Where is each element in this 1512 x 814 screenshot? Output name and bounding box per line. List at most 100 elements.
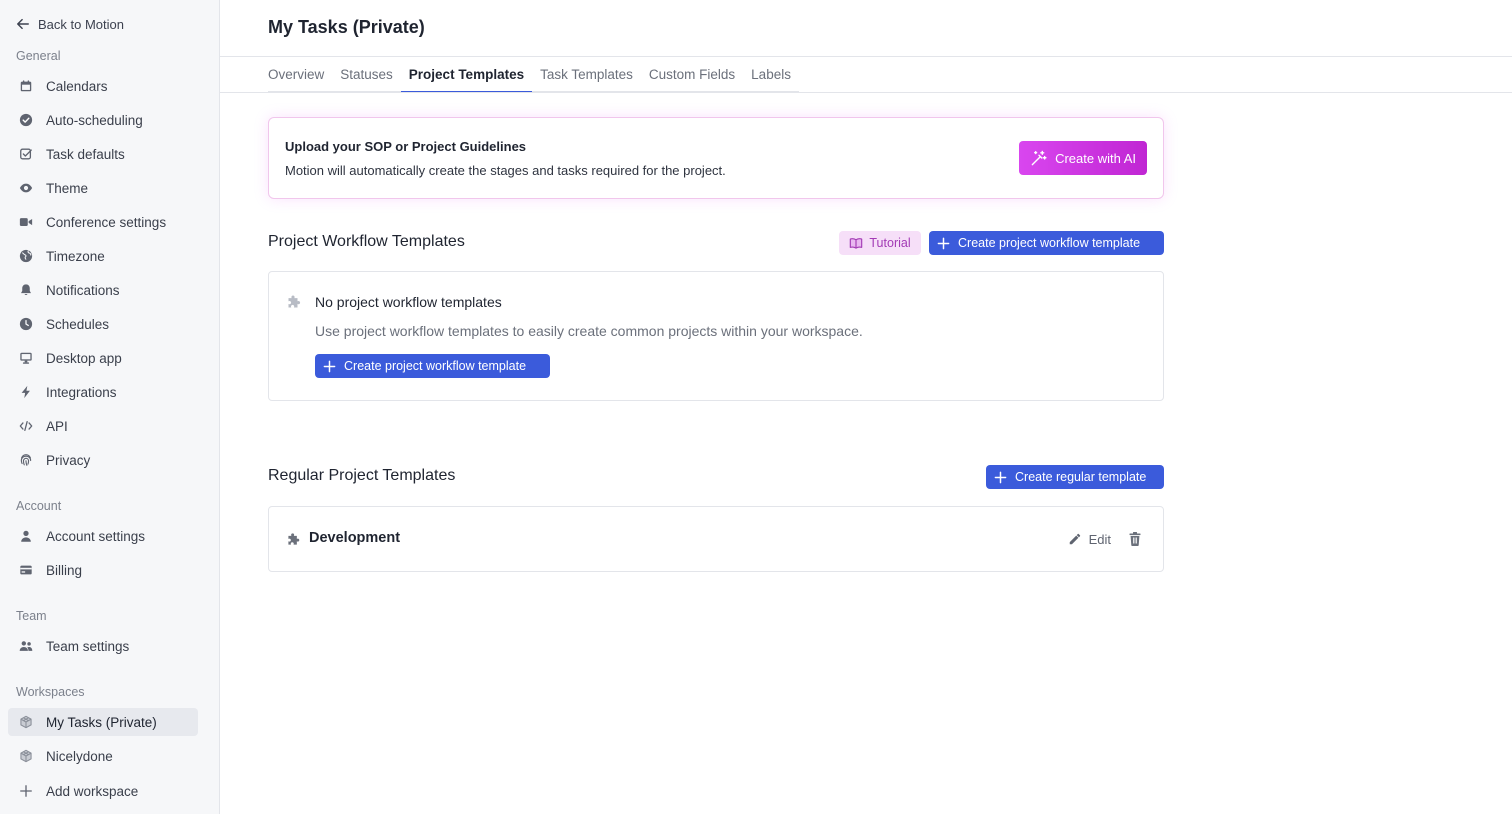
plus-icon: [323, 360, 336, 372]
create-regular-template-button[interactable]: Create regular template: [986, 465, 1164, 489]
sidebar-item-label: My Tasks (Private): [46, 714, 157, 730]
ai-upload-card: Upload your SOP or Project Guidelines Mo…: [268, 117, 1164, 199]
create-project-workflow-template-button[interactable]: Create project workflow template: [929, 231, 1164, 255]
page-title: My Tasks (Private): [268, 17, 425, 37]
add-workspace-label: Add workspace: [46, 783, 139, 799]
back-to-motion-link[interactable]: Back to Motion: [16, 14, 124, 34]
sidebar-item-my-tasks-private[interactable]: My Tasks (Private): [8, 708, 198, 736]
sidebar-item-nicelydone[interactable]: Nicelydone: [8, 742, 198, 770]
tutorial-label: Tutorial: [869, 236, 911, 250]
sidebar-item-api[interactable]: API: [8, 412, 198, 440]
users-icon: [18, 638, 34, 654]
ai-card-description: Motion will automatically create the sta…: [285, 163, 726, 178]
template-row[interactable]: Development Edit: [268, 506, 1164, 572]
puzzle-icon: [287, 294, 303, 310]
sidebar-item-label: Account settings: [46, 528, 146, 544]
sidebar-item-label: Theme: [46, 180, 89, 196]
sidebar-item-label: Billing: [46, 562, 83, 578]
section-label-workspaces: Workspaces: [16, 685, 85, 699]
settings-tabs: Overview Statuses Project Templates Task…: [268, 58, 799, 93]
workflow-templates-empty-state: No project workflow templates Use projec…: [268, 271, 1164, 401]
tabs-divider: [220, 92, 1512, 93]
eye-icon: [18, 180, 34, 196]
empty-state-title: No project workflow templates: [315, 294, 502, 310]
sidebar-item-account-settings[interactable]: Account settings: [8, 522, 198, 550]
add-workspace-button[interactable]: Add workspace: [8, 777, 198, 805]
sidebar-item-label: Notifications: [46, 282, 120, 298]
empty-state-description: Use project workflow templates to easily…: [315, 323, 863, 339]
fingerprint-icon: [18, 452, 34, 468]
sidebar-item-billing[interactable]: Billing: [8, 556, 198, 584]
bell-icon: [18, 282, 34, 298]
empty-create-workflow-label: Create project workflow template: [344, 359, 527, 373]
sidebar-item-integrations[interactable]: Integrations: [8, 378, 198, 406]
clock-icon: [18, 316, 34, 332]
tab-labels[interactable]: Labels: [743, 58, 799, 92]
plus-icon: [994, 471, 1007, 483]
code-icon: [18, 418, 34, 434]
user-icon: [18, 528, 34, 544]
header-divider: [220, 56, 1512, 57]
calendar-icon: [18, 78, 34, 94]
sidebar-item-label: Auto-scheduling: [46, 112, 143, 128]
checkbox-icon: [18, 146, 34, 162]
monitor-icon: [18, 350, 34, 366]
video-icon: [18, 214, 34, 230]
sidebar-item-desktop-app[interactable]: Desktop app: [8, 344, 198, 372]
tutorial-button[interactable]: Tutorial: [839, 231, 921, 255]
sidebar-item-calendars[interactable]: Calendars: [8, 72, 198, 100]
tab-custom-fields[interactable]: Custom Fields: [641, 58, 743, 92]
tab-project-templates[interactable]: Project Templates: [400, 58, 533, 93]
magic-wand-icon: [1031, 150, 1047, 165]
workflow-templates-title: Project Workflow Templates: [268, 233, 465, 250]
create-workflow-label: Create project workflow template: [958, 236, 1141, 250]
sidebar-item-notifications[interactable]: Notifications: [8, 276, 198, 304]
globe-icon: [18, 248, 34, 264]
plus-icon: [937, 237, 950, 249]
trash-icon: [1129, 532, 1141, 547]
tab-task-templates[interactable]: Task Templates: [532, 58, 641, 92]
bolt-icon: [18, 384, 34, 400]
sidebar-item-label: Integrations: [46, 384, 117, 400]
ai-card-title: Upload your SOP or Project Guidelines: [285, 139, 527, 154]
section-label-general: General: [16, 49, 61, 63]
back-label: Back to Motion: [38, 16, 124, 32]
sidebar-item-privacy[interactable]: Privacy: [8, 446, 198, 474]
credit-card-icon: [18, 562, 34, 578]
sidebar-item-label: Privacy: [46, 452, 91, 468]
tab-statuses[interactable]: Statuses: [332, 58, 401, 92]
sidebar-item-label: Desktop app: [46, 350, 122, 366]
book-open-icon: [850, 238, 863, 249]
sidebar-item-timezone[interactable]: Timezone: [8, 242, 198, 270]
cube-icon: [18, 748, 34, 764]
sidebar-item-label: API: [46, 418, 68, 434]
check-circle-icon: [18, 112, 34, 128]
sidebar-item-theme[interactable]: Theme: [8, 174, 198, 202]
pencil-icon: [1069, 533, 1080, 545]
empty-state-create-workflow-button[interactable]: Create project workflow template: [315, 354, 550, 378]
sidebar-item-label: Calendars: [46, 78, 108, 94]
sidebar-item-label: Schedules: [46, 316, 110, 332]
sidebar-item-label: Conference settings: [46, 214, 167, 230]
sidebar-item-label: Timezone: [46, 248, 105, 264]
sidebar-item-label: Task defaults: [46, 146, 125, 162]
sidebar-item-task-defaults[interactable]: Task defaults: [8, 140, 198, 168]
puzzle-icon: [287, 532, 302, 547]
section-label-account: Account: [16, 499, 62, 513]
delete-template-button[interactable]: [1127, 531, 1143, 547]
section-label-team: Team: [16, 609, 47, 623]
sidebar-item-auto-scheduling[interactable]: Auto-scheduling: [8, 106, 198, 134]
create-regular-template-label: Create regular template: [1015, 470, 1147, 484]
tab-overview[interactable]: Overview: [268, 58, 332, 92]
sidebar-item-conference-settings[interactable]: Conference settings: [8, 208, 198, 236]
edit-template-button[interactable]: Edit: [1068, 528, 1111, 550]
sidebar-item-team-settings[interactable]: Team settings: [8, 632, 198, 660]
settings-sidebar: Back to Motion General Calendars Auto-sc…: [0, 0, 220, 814]
sidebar-item-schedules[interactable]: Schedules: [8, 310, 198, 338]
create-with-ai-label: Create with AI: [1055, 150, 1136, 166]
template-name: Development: [309, 530, 401, 546]
settings-main: My Tasks (Private) Overview Statuses Pro…: [220, 0, 1512, 814]
edit-label: Edit: [1088, 531, 1111, 547]
sidebar-item-label: Team settings: [46, 638, 130, 654]
create-with-ai-button[interactable]: Create with AI: [1019, 141, 1147, 175]
